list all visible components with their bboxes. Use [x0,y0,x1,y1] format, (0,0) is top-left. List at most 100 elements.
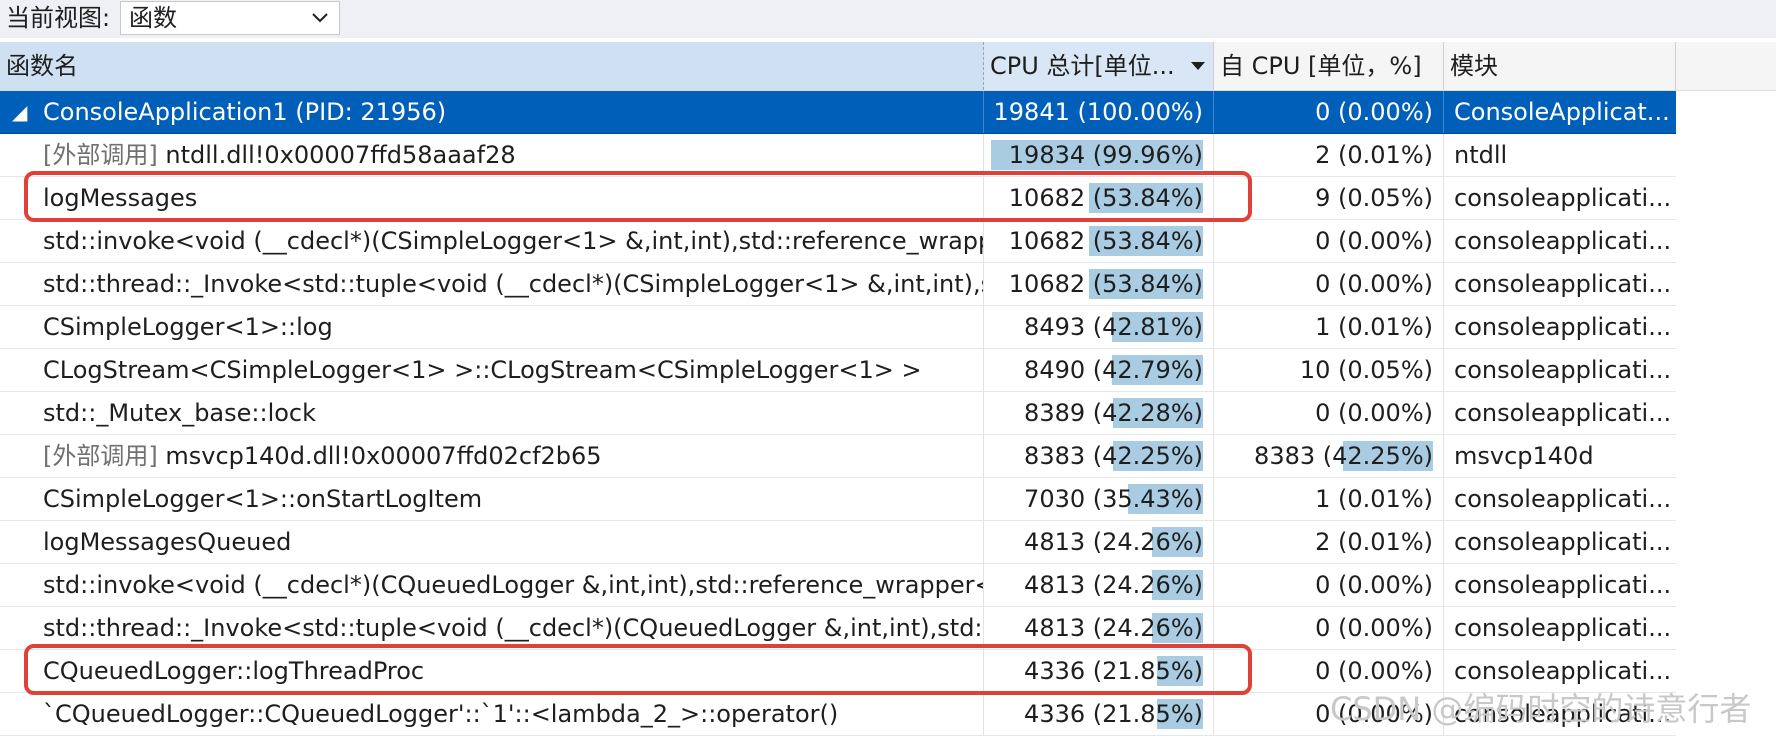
table-header: 函数名 CPU 总计[单位... 自 CPU [单位，%] 模块 [0,42,1776,91]
cpu-total-cell-value: 4813 (24.26%) [1024,614,1203,642]
self-cpu-cell-value: 0 (0.00%) [1315,270,1433,298]
cpu-total-cell: 19834 (99.96%) [984,134,1214,176]
function-name-cell: std::thread::_Invoke<std::tuple<void (__… [0,263,984,305]
self-cpu-cell: 1 (0.01%) [1214,478,1444,520]
self-cpu-cell: 2 (0.01%) [1214,134,1444,176]
module-cell: consoleapplicati... [1454,399,1672,427]
cpu-total-cell-value: 8383 (42.25%) [1024,442,1203,470]
function-name: `CQueuedLogger::CQueuedLogger'::`1'::<la… [43,700,839,728]
cpu-total-cell-value: 10682 (53.84%) [1008,270,1203,298]
collapse-triangle-icon[interactable]: ◢ [12,91,27,133]
self-cpu-cell-value: 8383 (42.25%) [1254,442,1433,470]
self-cpu-cell: 10 (0.05%) [1214,349,1444,391]
self-cpu-cell: 1 (0.01%) [1214,306,1444,348]
module-cell: ntdll [1454,141,1508,169]
function-name: std::_Mutex_base::lock [43,399,317,427]
function-name: CSimpleLogger<1>::onStartLogItem [43,485,483,513]
external-call-tag: [外部调用] [43,141,158,169]
cpu-total-cell-value: 8389 (42.28%) [1024,399,1203,427]
cpu-total-cell: 4813 (24.26%) [984,607,1214,649]
function-name: CSimpleLogger<1>::log [43,313,333,341]
cpu-total-cell-value: 7030 (35.43%) [1024,485,1203,513]
self-cpu-cell-value: 0 (0.00%) [1315,399,1433,427]
cpu-total-cell-value: 8493 (42.81%) [1024,313,1203,341]
cpu-total-cell-value: 10682 (53.84%) [1008,227,1203,255]
cpu-total-cell: 8493 (42.81%) [984,306,1214,348]
function-name-cell: `CQueuedLogger::CQueuedLogger'::`1'::<la… [0,693,984,735]
self-cpu-cell-value: 2 (0.01%) [1315,528,1433,556]
table-row[interactable]: logMessagesQueued 4813 (24.26%) 2 (0.01%) c… [0,521,1676,564]
cpu-total-cell-value: 19834 (99.96%) [1008,141,1203,169]
function-name: logMessagesQueued [43,528,292,556]
function-name-cell: CSimpleLogger<1>::onStartLogItem [0,478,984,520]
function-name-cell: [外部调用] msvcp140d.dll!0x00007ffd02cf2b65 [0,435,984,477]
module-cell: consoleapplicati... [1454,528,1672,556]
table-row-root[interactable]: ◢ ConsoleApplication1 (PID: 21956) 19841… [0,91,1676,134]
table-row[interactable]: std::invoke<void (__cdecl*)(CSimpleLogge… [0,220,1676,263]
cpu-total-cell: 4336 (21.85%) [984,693,1214,735]
table-row[interactable]: CSimpleLogger<1>::log 8493 (42.81%) 1 (0.0… [0,306,1676,349]
cpu-total-cell: 4813 (24.26%) [984,521,1214,563]
root-self-cell: 0 (0.00%) [1214,91,1444,133]
cpu-total-cell-value: 4813 (24.26%) [1024,571,1203,599]
self-cpu-cell-value: 0 (0.00%) [1315,657,1433,685]
self-cpu-cell: 0 (0.00%) [1214,607,1444,649]
function-name-cell: std::_Mutex_base::lock [0,392,984,434]
cpu-total-cell-value: 8490 (42.79%) [1024,356,1203,384]
module-cell: consoleapplicati... [1454,184,1672,212]
table-row[interactable]: std::invoke<void (__cdecl*)(CQueuedLogge… [0,564,1676,607]
function-name: std::thread::_Invoke<std::tuple<void (__… [43,270,984,298]
column-header-function-name[interactable]: 函数名 [0,42,984,90]
function-name: CLogStream<CSimpleLogger<1> >::CLogStrea… [43,356,922,384]
function-name: msvcp140d.dll!0x00007ffd02cf2b65 [165,442,602,470]
function-name: std::thread::_Invoke<std::tuple<void (__… [43,614,984,642]
cpu-total-cell-value: 4336 (21.85%) [1024,700,1203,728]
function-name-cell: CLogStream<CSimpleLogger<1> >::CLogStrea… [0,349,984,391]
highlight-box [24,644,1252,695]
self-cpu-cell: 0 (0.00%) [1214,392,1444,434]
module-cell: consoleapplicati... [1454,227,1672,255]
function-name: ntdll.dll!0x00007ffd58aaaf28 [165,141,516,169]
function-name-cell: std::invoke<void (__cdecl*)(CQueuedLogge… [0,564,984,606]
self-cpu-cell: 2 (0.01%) [1214,521,1444,563]
view-select-dropdown[interactable]: 函数 [120,1,340,35]
cpu-total-cell: 8383 (42.25%) [984,435,1214,477]
table-row[interactable]: CSimpleLogger<1>::onStartLogItem 7030 (35… [0,478,1676,521]
column-header-self-cpu[interactable]: 自 CPU [单位，%] [1214,42,1444,90]
root-module-cell: ConsoleApplicat... [1454,98,1670,126]
table-row[interactable]: std::_Mutex_base::lock 8389 (42.28%) 0 (0.… [0,392,1676,435]
cpu-total-cell: 8490 (42.79%) [984,349,1214,391]
table-row[interactable]: [外部调用] msvcp140d.dll!0x00007ffd02cf2b65 8… [0,435,1676,478]
self-cpu-cell-value: 1 (0.01%) [1315,313,1433,341]
highlight-box [24,171,1252,222]
function-name: std::invoke<void (__cdecl*)(CQueuedLogge… [43,571,984,599]
table-row[interactable]: CLogStream<CSimpleLogger<1> >::CLogStrea… [0,349,1676,392]
module-cell: consoleapplicati... [1454,571,1672,599]
module-cell: msvcp140d [1454,442,1594,470]
table-row[interactable]: std::thread::_Invoke<std::tuple<void (__… [0,263,1676,306]
self-cpu-cell-value: 9 (0.05%) [1315,184,1433,212]
self-cpu-cell-value: 0 (0.00%) [1315,227,1433,255]
function-name-cell: logMessagesQueued [0,521,984,563]
cpu-total-cell: 7030 (35.43%) [984,478,1214,520]
cpu-total-cell: 4813 (24.26%) [984,564,1214,606]
self-cpu-cell-value: 2 (0.01%) [1315,141,1433,169]
module-cell: consoleapplicati... [1454,614,1672,642]
column-header-module[interactable]: 模块 [1444,42,1676,90]
self-cpu-cell: 8383 (42.25%) [1214,435,1444,477]
module-cell: consoleapplicati... [1454,485,1672,513]
cpu-total-cell: 10682 (53.84%) [984,220,1214,262]
self-cpu-cell: 0 (0.00%) [1214,564,1444,606]
function-name-cell: CSimpleLogger<1>::log [0,306,984,348]
function-name-cell: std::thread::_Invoke<std::tuple<void (__… [0,607,984,649]
function-name-cell: [外部调用] ntdll.dll!0x00007ffd58aaaf28 [0,134,984,176]
watermark: CSDN @编码时空的诗意行者 [1330,690,1752,728]
view-select-value: 函数 [129,4,177,32]
module-cell: consoleapplicati... [1454,356,1672,384]
root-name: ConsoleApplication1 (PID: 21956) [43,98,447,126]
self-cpu-cell: 0 (0.00%) [1214,220,1444,262]
column-header-cpu-total[interactable]: CPU 总计[单位... [984,42,1214,90]
root-name-cell: ◢ ConsoleApplication1 (PID: 21956) [0,91,984,133]
cpu-total-cell: 10682 (53.84%) [984,263,1214,305]
self-cpu-cell-value: 10 (0.05%) [1299,356,1433,384]
